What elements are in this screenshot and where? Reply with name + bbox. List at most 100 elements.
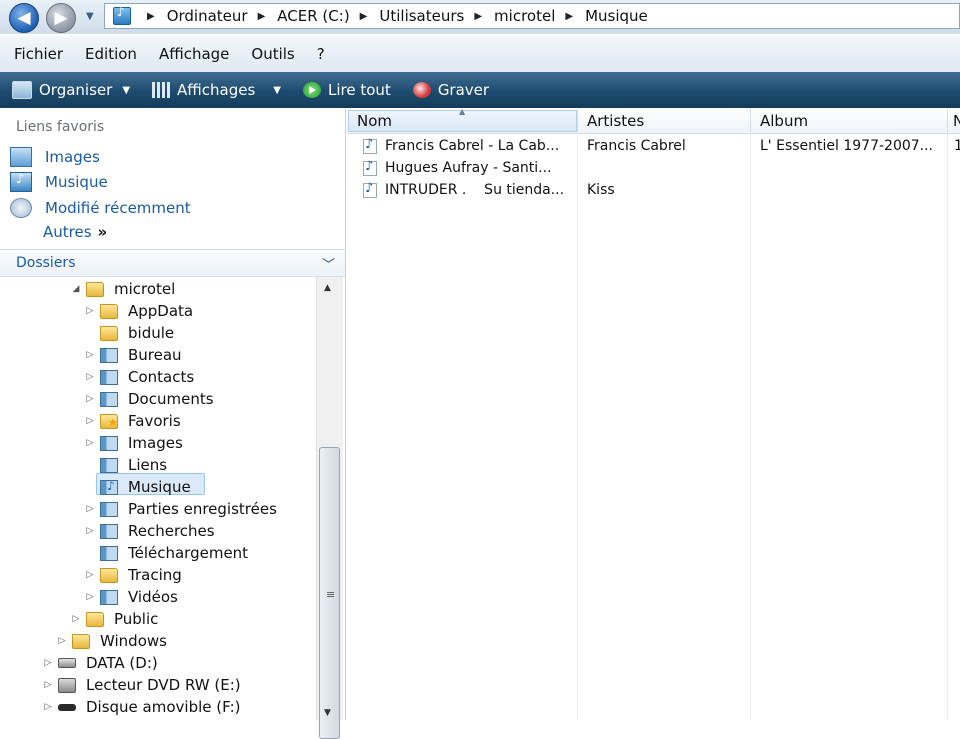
back-button[interactable]: ◀ (9, 3, 39, 33)
file-row[interactable]: Francis Cabrel - La Cab... Francis Cabre… (347, 136, 960, 158)
tree-item[interactable]: ▷ Contacts (84, 366, 195, 388)
tree-item[interactable]: ▷ Public (70, 608, 159, 630)
favorites-more-link[interactable]: Autres » (43, 223, 107, 241)
tree-item-label: Public (114, 610, 159, 628)
tree-item[interactable]: ▷ Images (84, 432, 183, 454)
tree-item[interactable]: ▷ Windows (56, 630, 167, 652)
organize-button[interactable]: Organiser ▼ (12, 81, 130, 99)
tree-item[interactable]: ▷ Favoris (84, 410, 181, 432)
file-row[interactable]: Hugues Aufray - Santi... (347, 158, 960, 180)
column-artistes[interactable]: Artistes (587, 112, 644, 130)
folders-title: Dossiers (16, 255, 76, 271)
tree-item[interactable]: ▷ AppData (84, 300, 194, 322)
expand-arrow-icon[interactable]: ▷ (84, 592, 96, 602)
chevron-right-icon[interactable]: ▶ (258, 11, 266, 22)
title-address-bar: ◀ ▶ ▼ ▶ Ordinateur ▶ ACER (C:) ▶ Utilisa… (0, 0, 960, 34)
double-chevron-icon: » (97, 223, 108, 241)
expand-arrow-icon[interactable]: ▷ (42, 680, 54, 690)
breadcrumb-microtel[interactable]: microtel (494, 7, 555, 25)
music-file-icon (363, 181, 377, 198)
expand-arrow-icon[interactable]: ▷ (84, 306, 96, 316)
tree-item-label: microtel (114, 280, 176, 298)
chevron-right-icon[interactable]: ▶ (474, 11, 482, 22)
music-folder-icon (100, 479, 118, 495)
breadcrumb-acer[interactable]: ACER (C:) (277, 7, 349, 25)
tree-item[interactable]: bidule (84, 322, 174, 344)
tree-item[interactable]: ▷ Documents (84, 388, 214, 410)
tree-item[interactable]: ▷ Lecteur DVD RW (E:) (42, 674, 241, 696)
file-name: INTRUDER . Su tienda... (385, 182, 565, 198)
expand-arrow-icon[interactable]: ▷ (70, 614, 82, 624)
column-divider[interactable] (577, 109, 578, 133)
file-row[interactable]: INTRUDER . Su tienda... Kiss (347, 180, 960, 202)
column-divider[interactable] (947, 109, 948, 133)
breadcrumb-ordinateur[interactable]: Ordinateur (167, 7, 248, 25)
expand-arrow-icon[interactable]: ◢ (70, 284, 82, 294)
file-name: Francis Cabrel - La Cab... (385, 138, 560, 154)
menu-edition[interactable]: Edition (85, 45, 137, 63)
system-folder-icon (100, 589, 118, 605)
expand-arrow-icon[interactable]: ▷ (84, 350, 96, 360)
scrollbar-thumb[interactable]: ≡ (319, 447, 340, 739)
expand-arrow-icon[interactable]: ▷ (84, 416, 96, 426)
scroll-down-icon[interactable]: ▼ (324, 708, 331, 718)
menu-outils[interactable]: Outils (251, 45, 294, 63)
favorite-link-musique[interactable]: Musique (10, 172, 108, 192)
tree-item[interactable]: ▷ Disque amovible (F:) (42, 696, 241, 718)
music-file-icon (363, 137, 377, 154)
expand-arrow-icon[interactable]: ▷ (42, 702, 54, 712)
expand-arrow-icon[interactable]: ▷ (42, 658, 54, 668)
favorite-link-images[interactable]: Images (10, 147, 100, 167)
address-bar[interactable]: ▶ Ordinateur ▶ ACER (C:) ▶ Utilisateurs … (104, 3, 960, 29)
folders-header[interactable]: Dossiers ﹀ (0, 249, 345, 277)
recent-pages-dropdown[interactable]: ▼ (86, 11, 94, 22)
chevron-down-icon[interactable]: ﹀ (322, 254, 335, 273)
menu-fichier[interactable]: Fichier (14, 45, 63, 63)
expand-arrow-icon[interactable]: ▷ (56, 636, 68, 646)
tree-item[interactable]: Liens (84, 454, 167, 476)
tree-item[interactable]: ▷ Recherches (84, 520, 215, 542)
favorites-folder-icon (100, 413, 118, 429)
column-gridline (947, 133, 948, 720)
column-divider[interactable] (750, 109, 751, 133)
chevron-down-icon: ▼ (122, 84, 131, 96)
organize-label: Organiser (39, 81, 113, 99)
expand-arrow-icon[interactable]: ▷ (84, 372, 96, 382)
column-nom[interactable]: Nom (357, 112, 392, 130)
play-all-button[interactable]: Lire tout (303, 81, 391, 99)
folder-icon (86, 281, 104, 297)
forward-button[interactable]: ▶ (46, 3, 76, 33)
breadcrumb-utilisateurs[interactable]: Utilisateurs (379, 7, 464, 25)
tree-item[interactable]: ▷ Bureau (84, 344, 182, 366)
expand-arrow-icon[interactable]: ▷ (84, 394, 96, 404)
tree-item[interactable]: Musique (84, 476, 191, 498)
system-folder-icon (100, 369, 118, 385)
music-icon (10, 172, 32, 192)
chevron-right-icon[interactable]: ▶ (360, 11, 368, 22)
chevron-right-icon[interactable]: ▶ (565, 11, 573, 22)
breadcrumb-musique[interactable]: Musique (585, 7, 648, 25)
expand-arrow-icon[interactable]: ▷ (84, 526, 96, 536)
column-number[interactable]: N (953, 112, 960, 130)
tree-item[interactable]: ▷ DATA (D:) (42, 652, 158, 674)
menu-affichage[interactable]: Affichage (159, 45, 229, 63)
tree-item[interactable]: ▷ Parties enregistrées (84, 498, 277, 520)
menu-help[interactable]: ? (317, 45, 325, 63)
favorite-link-recent[interactable]: Modifié récemment (10, 198, 191, 218)
tree-item-label: AppData (128, 302, 194, 320)
tree-item[interactable]: ▷ Vidéos (84, 586, 178, 608)
tree-item-label: Parties enregistrées (128, 500, 277, 518)
expand-arrow-icon[interactable]: ▷ (84, 504, 96, 514)
column-album[interactable]: Album (760, 112, 808, 130)
chevron-right-icon[interactable]: ▶ (147, 11, 155, 22)
tree-item[interactable]: ◢ microtel (70, 278, 176, 300)
tree-item-label: Contacts (128, 368, 195, 386)
burn-button[interactable]: Graver (412, 81, 489, 99)
tree-item[interactable]: Téléchargement (84, 542, 248, 564)
views-button[interactable]: Affichages ▼ (152, 81, 281, 99)
tree-item[interactable]: ▷ Tracing (84, 564, 182, 586)
tree-scrollbar[interactable]: ▲ ≡ ▼ (316, 277, 343, 739)
expand-arrow-icon[interactable]: ▷ (84, 570, 96, 580)
expand-arrow-icon[interactable]: ▷ (84, 438, 96, 448)
scroll-up-icon[interactable]: ▲ (324, 283, 331, 293)
